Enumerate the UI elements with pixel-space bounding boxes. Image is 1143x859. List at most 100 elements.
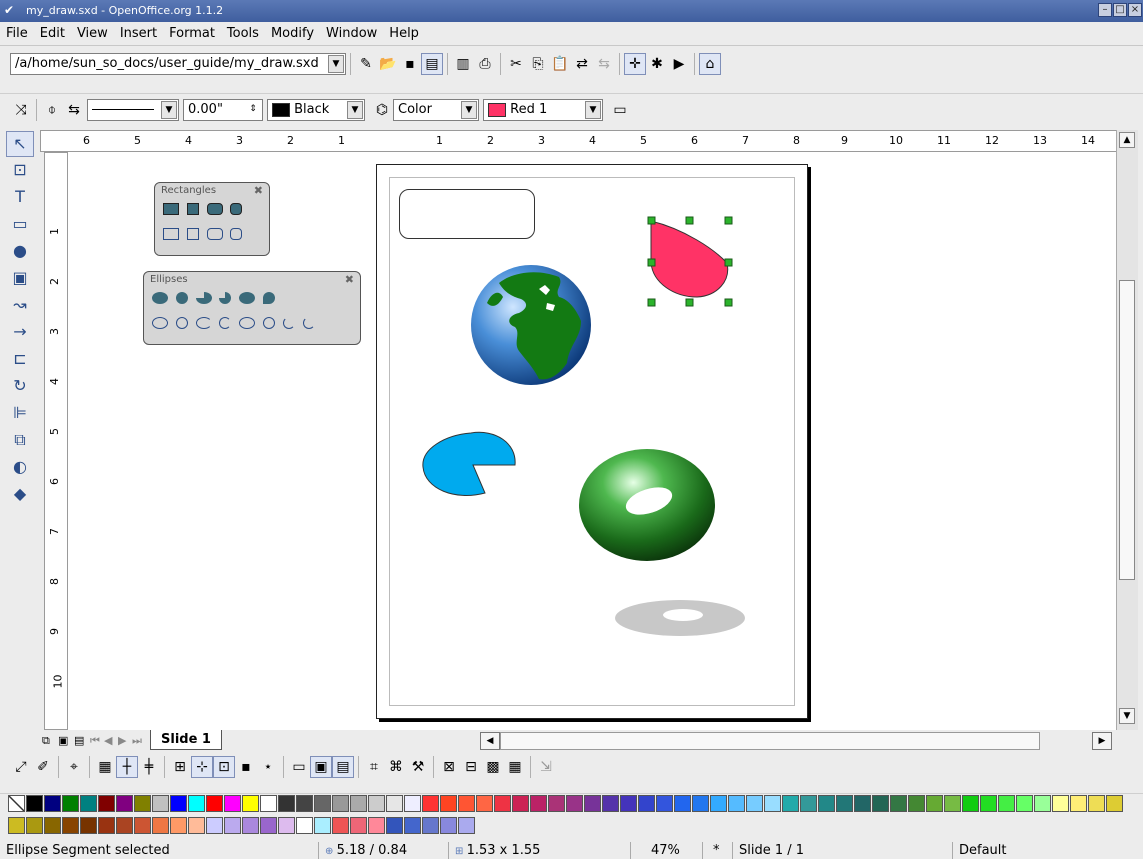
color-swatch[interactable] xyxy=(800,795,817,812)
color-swatch[interactable] xyxy=(890,795,907,812)
globe-shape[interactable] xyxy=(469,263,593,387)
color-swatch[interactable] xyxy=(908,795,925,812)
color-swatch[interactable] xyxy=(188,817,205,834)
snap-grid-icon[interactable]: ⊞ xyxy=(169,756,191,778)
scroll-thumb[interactable] xyxy=(1119,280,1135,580)
horizontal-ruler[interactable]: 6 5 4 3 2 1 1 2 3 4 5 6 7 8 9 10 11 12 1… xyxy=(40,130,1120,152)
edit-mode-icon[interactable]: ▤ xyxy=(421,53,443,75)
color-swatch[interactable] xyxy=(314,817,331,834)
color-swatch[interactable] xyxy=(818,795,835,812)
palette-header[interactable]: Rectangles ✖ xyxy=(155,183,269,199)
color-swatch[interactable] xyxy=(998,795,1015,812)
data-sources-icon[interactable]: ⌂ xyxy=(699,53,721,75)
copy-icon[interactable]: ⎘ xyxy=(527,53,549,75)
color-swatch[interactable] xyxy=(944,795,961,812)
color-swatch[interactable] xyxy=(242,817,259,834)
double-click-edit-icon[interactable]: ⊟ xyxy=(460,756,482,778)
chevron-down-icon[interactable]: ▼ xyxy=(585,101,601,119)
arrow-style-icon[interactable]: ⇆ xyxy=(63,99,85,121)
line-icon[interactable]: ⌽ xyxy=(41,99,63,121)
color-swatch[interactable] xyxy=(62,795,79,812)
color-swatch[interactable] xyxy=(350,795,367,812)
vertical-ruler[interactable]: 1 2 3 4 5 6 7 8 9 10 xyxy=(44,152,68,730)
color-swatch[interactable] xyxy=(1088,795,1105,812)
color-swatch[interactable] xyxy=(26,795,43,812)
snap-object-points-icon[interactable]: ⋆ xyxy=(257,756,279,778)
circle-arc-icon[interactable] xyxy=(302,317,315,329)
color-swatch[interactable] xyxy=(854,795,871,812)
color-swatch[interactable] xyxy=(980,795,997,812)
cut-icon[interactable]: ✂ xyxy=(505,53,527,75)
curve-icon[interactable]: ↝ xyxy=(6,293,34,319)
color-swatch[interactable] xyxy=(62,817,79,834)
rectangle-icon[interactable]: ▭ xyxy=(6,212,34,238)
quick-edit-icon[interactable]: ▣ xyxy=(310,756,332,778)
color-swatch[interactable] xyxy=(1034,795,1051,812)
line-color-combo[interactable]: Black ▼ xyxy=(267,99,365,121)
color-swatch[interactable] xyxy=(206,817,223,834)
color-swatch[interactable] xyxy=(296,817,313,834)
circle-segment-filled-icon[interactable] xyxy=(263,292,276,304)
toolbar-grip[interactable] xyxy=(0,782,1143,794)
color-swatch[interactable] xyxy=(1016,795,1033,812)
color-swatch[interactable] xyxy=(134,817,151,834)
palette-header[interactable]: Ellipses ✖ xyxy=(144,272,360,288)
select-icon[interactable]: ↖ xyxy=(6,131,34,157)
menu-format[interactable]: Format xyxy=(163,22,221,46)
color-swatch[interactable] xyxy=(44,795,61,812)
square-outline-icon[interactable] xyxy=(186,228,199,240)
color-swatch[interactable] xyxy=(134,795,151,812)
color-swatch[interactable] xyxy=(80,795,97,812)
color-swatch[interactable] xyxy=(458,817,475,834)
color-swatch[interactable] xyxy=(476,795,493,812)
spinner-icon[interactable]: ⇕ xyxy=(245,101,261,119)
line-width-field[interactable]: 0.00" ⇕ xyxy=(183,99,263,121)
snap-page-margins-icon[interactable]: ⊡ xyxy=(213,756,235,778)
shadow-shape[interactable] xyxy=(613,597,747,639)
glue-points-icon[interactable]: ⌖ xyxy=(63,756,85,778)
ellipse-pie-outline-icon[interactable] xyxy=(195,317,212,329)
menu-modify[interactable]: Modify xyxy=(265,22,320,46)
color-swatch[interactable] xyxy=(710,795,727,812)
color-swatch[interactable] xyxy=(152,817,169,834)
window-menu-icon[interactable]: ✔ xyxy=(4,3,14,17)
color-swatch[interactable] xyxy=(260,817,277,834)
vertical-scrollbar[interactable]: ▲ ▼ xyxy=(1116,130,1138,730)
ellipse-segment-outline-icon[interactable] xyxy=(239,317,256,329)
color-swatch[interactable] xyxy=(80,817,97,834)
color-swatch[interactable] xyxy=(656,795,673,812)
color-swatch[interactable] xyxy=(278,817,295,834)
scroll-up-icon[interactable]: ▲ xyxy=(1119,132,1135,148)
circle-pie-outline-icon[interactable] xyxy=(219,317,232,329)
grid-icon[interactable]: ▦ xyxy=(94,756,116,778)
color-swatch[interactable] xyxy=(422,817,439,834)
color-swatch[interactable] xyxy=(1106,795,1123,812)
snap-snaplines-icon[interactable]: ⊹ xyxy=(191,756,213,778)
tab-slide-1[interactable]: Slide 1 xyxy=(150,730,222,750)
color-swatch[interactable] xyxy=(116,817,133,834)
shadow-icon[interactable]: ▭ xyxy=(609,99,631,121)
ellipses-palette[interactable]: Ellipses ✖ xyxy=(143,271,361,345)
ellipse-icon[interactable]: ● xyxy=(6,239,34,265)
save-icon[interactable]: ▪ xyxy=(399,53,421,75)
color-swatch[interactable] xyxy=(296,795,313,812)
color-swatch[interactable] xyxy=(692,795,709,812)
outline-view-icon[interactable]: ▣ xyxy=(58,734,68,747)
snap-object-border-icon[interactable]: ▪ xyxy=(235,756,257,778)
gallery-icon[interactable]: ▶ xyxy=(668,53,690,75)
horizontal-scrollbar[interactable] xyxy=(500,732,1040,750)
color-swatch[interactable] xyxy=(494,795,511,812)
ellipse-pie-filled-icon[interactable] xyxy=(195,292,212,304)
toolbar-grip[interactable] xyxy=(0,82,1143,94)
notes-view-icon[interactable]: ▤ xyxy=(74,734,84,747)
rounded-rectangle-shape[interactable] xyxy=(399,189,535,239)
square-filled-icon[interactable] xyxy=(186,203,199,215)
area-icon[interactable]: ⌬ xyxy=(371,99,393,121)
circle-pie-filled-icon[interactable] xyxy=(219,292,232,304)
pie-shape[interactable] xyxy=(415,427,525,507)
menu-help[interactable]: Help xyxy=(383,22,425,46)
exit-all-groups-icon[interactable]: ⊠ xyxy=(438,756,460,778)
color-swatch[interactable] xyxy=(170,817,187,834)
close-icon[interactable]: × xyxy=(1128,3,1142,17)
lines-arrows-icon[interactable]: → xyxy=(6,320,34,346)
